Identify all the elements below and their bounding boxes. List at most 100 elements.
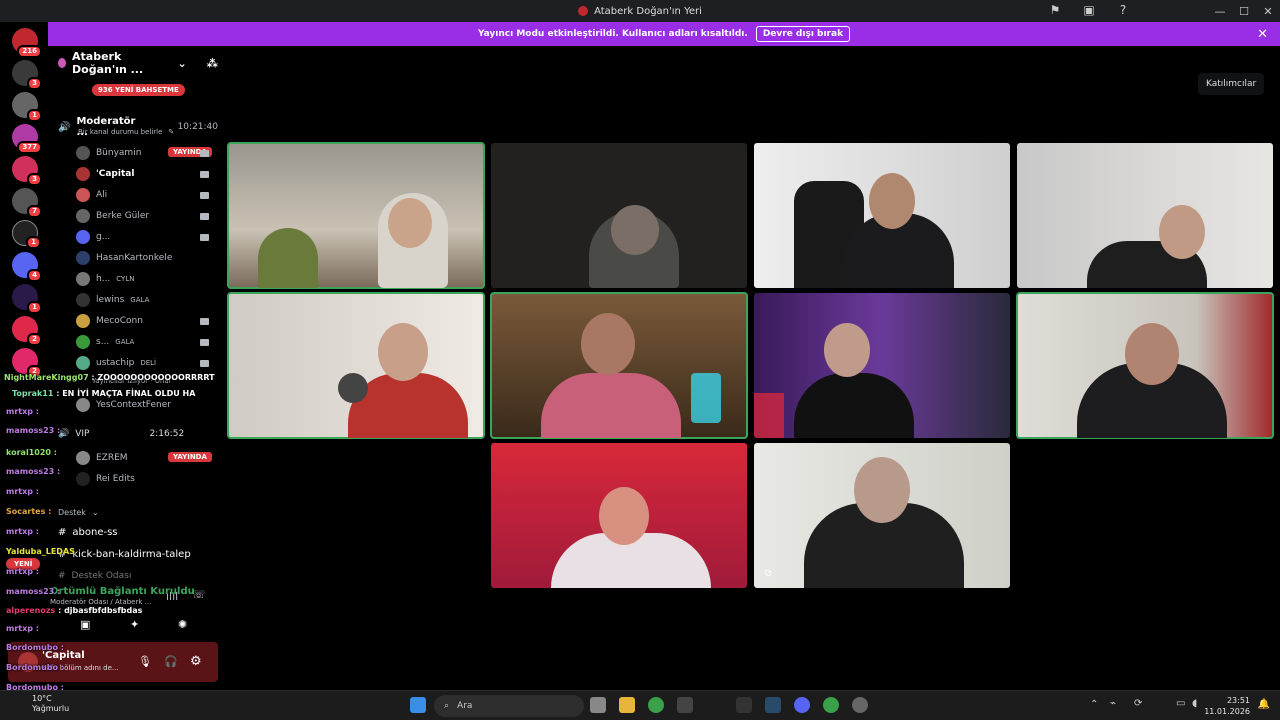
member-row[interactable]: Rei Edits	[76, 472, 135, 486]
member-name: Ali	[96, 190, 108, 200]
close-window-button[interactable]: ✕	[1256, 0, 1280, 22]
screen-share-icon[interactable]: ▣	[80, 618, 90, 631]
member-row[interactable]: Ali	[76, 188, 107, 202]
member-row[interactable]: HasanKartonkele	[76, 251, 172, 265]
member-name: Rei Edits	[96, 474, 135, 484]
voice-timer: 10:21:40	[177, 122, 218, 132]
server-header[interactable]: Ataberk Doğan'ın ... ⌄ ⁂	[48, 50, 218, 76]
member-row[interactable]: YesContextFener	[76, 398, 171, 412]
member-tag: DELİ	[140, 359, 157, 367]
server-icon[interactable]: 1	[12, 220, 41, 249]
member-row[interactable]: EZREM	[76, 451, 128, 465]
help-icon[interactable]: ?	[1116, 3, 1130, 17]
video-tile[interactable]	[491, 143, 747, 288]
member-row[interactable]: MecoConn	[76, 314, 143, 328]
minimize-button[interactable]: —	[1208, 0, 1232, 22]
new-mentions-pill[interactable]: 936 YENİ BAHSETME	[92, 84, 185, 96]
video-tile[interactable]	[1016, 292, 1274, 439]
member-row[interactable]: s... GALA	[76, 335, 134, 349]
video-tile[interactable]	[491, 443, 747, 588]
member-row[interactable]: 'Capital	[76, 167, 134, 181]
taskbar-search[interactable]: ⌕ Ara	[434, 695, 584, 717]
banner-text: Yayıncı Modu etkinleştirildi. Kullanıcı …	[477, 29, 748, 39]
text-channel[interactable]: # abone-ss	[58, 527, 118, 538]
soundboard-icon[interactable]: ✺	[178, 618, 187, 631]
member-name: YesContextFener	[96, 400, 171, 410]
category-header[interactable]: Destek ⌄	[58, 508, 99, 517]
channel-status[interactable]: Bir kanal durumu belirle ✎	[78, 128, 174, 136]
volume-icon[interactable]: ◖	[1192, 698, 1197, 709]
network-icon[interactable]: ▭	[1176, 698, 1185, 709]
add-member-icon[interactable]: ⁂	[207, 57, 218, 70]
title-bar: Ataberk Doğan'ın Yeri ⚑ ▣ ? — ☐ ✕	[0, 0, 1280, 22]
discord-icon[interactable]	[794, 697, 810, 713]
server-icon[interactable]: 216	[12, 28, 42, 58]
chevron-down-icon: ⌄	[91, 508, 99, 517]
app-icon[interactable]	[765, 697, 781, 713]
member-tag: CYLN	[116, 275, 135, 283]
activities-icon[interactable]: ✦	[130, 618, 139, 631]
member-row[interactable]: Bünyamin	[76, 146, 141, 160]
close-icon[interactable]: ✕	[1257, 27, 1268, 42]
weather-widget[interactable]: 10°C Yağmurlu	[6, 694, 69, 714]
chrome-icon[interactable]	[823, 697, 839, 713]
disable-streamer-mode-button[interactable]: Devre dışı bırak	[755, 26, 851, 42]
clock[interactable]: 23:51 11.01.2026	[1204, 695, 1250, 717]
chevron-up-icon[interactable]: ⌃	[1090, 699, 1098, 710]
member-row[interactable]: Berke Güler	[76, 209, 149, 223]
streamer-mode-banner: Yayıncı Modu etkinleştirildi. Kullanıcı …	[48, 22, 1280, 46]
tray-icon[interactable]: ⟳	[1134, 698, 1142, 709]
member-row[interactable]: h... CYLN	[76, 272, 134, 286]
headphones-icon[interactable]: 🎧	[164, 655, 178, 668]
disconnect-icon[interactable]: ☏	[192, 588, 206, 601]
chrome-icon[interactable]	[648, 697, 664, 713]
video-tile[interactable]	[754, 143, 1010, 288]
server-icon[interactable]: 377	[12, 124, 42, 154]
app-icon[interactable]	[852, 697, 868, 713]
camera-icon	[200, 234, 209, 241]
app-icon[interactable]	[677, 697, 693, 713]
inbox-icon[interactable]: ⚑	[1048, 3, 1062, 17]
video-tile[interactable]	[490, 292, 748, 439]
gear-icon[interactable]: ⚙	[190, 654, 202, 669]
microphone-icon[interactable]: 🎙	[138, 655, 152, 668]
notification-icon[interactable]: 🔔	[1258, 699, 1270, 710]
server-icon[interactable]: 3	[12, 60, 42, 90]
server-icon[interactable]: 1	[12, 92, 42, 122]
file-explorer-icon[interactable]	[619, 697, 635, 713]
server-icon[interactable]: 1	[12, 284, 42, 314]
server-icon[interactable]: 2	[12, 348, 42, 378]
video-tile[interactable]: ⊘	[754, 443, 1010, 588]
screen-icon[interactable]: ▣	[1082, 3, 1096, 17]
text-channel[interactable]: # kick-ban-kaldirma-talep	[58, 549, 191, 560]
task-view-icon[interactable]	[590, 697, 606, 713]
video-tile[interactable]	[227, 292, 485, 439]
video-tile[interactable]	[1017, 143, 1273, 288]
chat-line: NightMareKingg07 : ZOOOOOOOOOOOORRRRT	[4, 373, 215, 382]
tray-icon[interactable]: ⌁	[1110, 698, 1116, 709]
chat-line: mamoss23 :	[6, 467, 61, 476]
video-tile[interactable]	[227, 142, 485, 289]
member-tag: GALA	[130, 296, 150, 304]
weather-desc: Yağmurlu	[32, 704, 70, 713]
unread-badge: 1	[26, 236, 41, 249]
windows-start-icon[interactable]	[410, 697, 426, 713]
chat-line: Yalduba_LEDAS	[6, 547, 75, 556]
voice-channel-vip[interactable]: 🔊 VIP 2:16:52	[58, 429, 184, 439]
member-row[interactable]: g...	[76, 230, 110, 244]
server-icon[interactable]: 4	[12, 252, 42, 282]
maximize-button[interactable]: ☐	[1232, 0, 1256, 22]
unread-badge: 377	[17, 141, 42, 154]
signal-icon[interactable]: ılıl	[166, 590, 178, 603]
chat-line: mamoss23 :	[6, 587, 61, 596]
member-row[interactable]: ustachip DELİ	[76, 356, 156, 370]
server-icon[interactable]: 7	[12, 188, 42, 218]
server-icon[interactable]: 3	[12, 156, 42, 186]
server-icon[interactable]: 2	[12, 316, 42, 346]
member-name: lewins	[96, 295, 125, 305]
text-channel[interactable]: # Destek Odası	[58, 571, 131, 581]
member-row[interactable]: lewins GALA	[76, 293, 149, 307]
video-tile[interactable]	[754, 293, 1010, 438]
text-channel-name: kick-ban-kaldirma-talep	[72, 549, 191, 560]
app-icon[interactable]	[736, 697, 752, 713]
